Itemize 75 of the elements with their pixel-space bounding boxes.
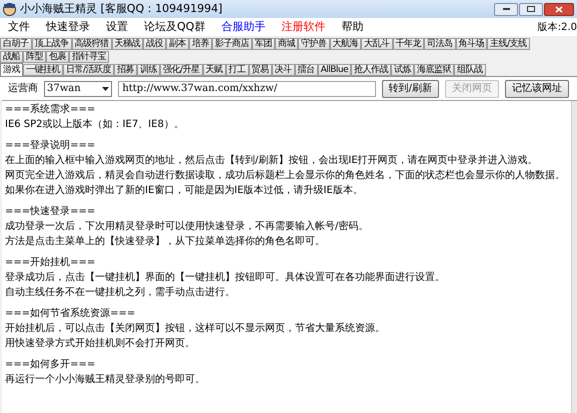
url-field[interactable]: http://www.37wan.com/xxhzw/ bbox=[118, 80, 376, 96]
help-line: 在上面的输入框中输入游戏网页的地址，然后点击【转到/刷新】按钮，会出现IE打开网页，请在网页中登录并进入游戏。 bbox=[5, 154, 539, 168]
tab[interactable]: 高级狩猎 bbox=[72, 38, 112, 50]
tab[interactable]: 大航海 bbox=[330, 38, 361, 50]
tab[interactable]: 决斗 bbox=[272, 64, 295, 76]
operator-label: 运营商 bbox=[8, 82, 38, 96]
menu-item[interactable]: 帮助 bbox=[333, 18, 372, 36]
tab[interactable]: 指针寻宝 bbox=[69, 51, 109, 63]
menu-item[interactable]: 注册软件 bbox=[273, 18, 334, 36]
close-button[interactable] bbox=[544, 2, 574, 16]
minimize-button[interactable] bbox=[494, 2, 518, 16]
tab[interactable]: 大乱斗 bbox=[361, 38, 392, 50]
help-line: 开始挂机后，可以点击【关闭网页】按钮，这样可以不显示网页，节省大量系统资源。 bbox=[5, 322, 386, 336]
tab[interactable]: 守护兽 bbox=[298, 38, 330, 50]
tab[interactable]: 招募 bbox=[114, 64, 138, 76]
section-heading: ===登录说明=== bbox=[5, 139, 96, 153]
tab[interactable]: 副本 bbox=[166, 38, 189, 50]
tab[interactable]: 贸易 bbox=[248, 64, 272, 76]
tab[interactable]: 强化/升星 bbox=[160, 64, 203, 76]
help-line: 方法是点击主菜单上的【快速登录】，从下拉菜单选择你的角色名即可。 bbox=[5, 234, 326, 249]
tab[interactable]: 打工 bbox=[226, 64, 249, 76]
tab[interactable]: 战役 bbox=[143, 38, 166, 50]
help-line: 成功登录一次后，下次用精灵登录时可以使用快速登录，不再需要输入帐号/密码。 bbox=[5, 220, 370, 234]
tab[interactable]: 擂台 bbox=[294, 64, 318, 76]
help-line: 用快速登录方式开始挂机则不会打开网页。 bbox=[5, 336, 196, 351]
menu-item[interactable]: 快速登录 bbox=[38, 18, 98, 36]
help-line: 自动主线任务不在一键挂机之列，需手动点击进行。 bbox=[5, 286, 236, 300]
menu-item[interactable]: 论坛及QQ群 bbox=[136, 18, 214, 36]
help-line: IE6 SP2或以上版本（如：IE7、IE8）。 bbox=[5, 118, 185, 132]
tab[interactable]: 训练 bbox=[137, 64, 160, 76]
section-heading: ===开始挂机=== bbox=[5, 256, 96, 270]
help-line: 登录成功后，点击【一键挂机】界面的【一键挂机】按钮即可。具体设置可在各功能界面进行设置。 bbox=[5, 270, 446, 285]
app-icon bbox=[3, 2, 16, 16]
tab[interactable]: 军团 bbox=[252, 38, 275, 50]
toolbar-button[interactable]: 记忆该网址 bbox=[505, 80, 569, 98]
tab[interactable]: 抢人作战 bbox=[351, 64, 392, 76]
help-line: 网页完全进入游戏后，精灵会自动进行数据读取，成功后标题栏上会显示你的角色姓名，下面的状态栏也会显示你的人物数据。 bbox=[5, 168, 566, 183]
section-heading: ===如何多开=== bbox=[5, 358, 96, 372]
maximize-button[interactable] bbox=[519, 2, 543, 16]
help-line: 如果你在进入游戏时弹出了新的IE窗口，可能是因为IE版本过低，请升级IE版本。 bbox=[5, 184, 364, 198]
tab[interactable]: AllBlue bbox=[318, 64, 352, 76]
tab[interactable]: 影子商店 bbox=[212, 38, 252, 50]
tab[interactable]: 阵型 bbox=[23, 51, 46, 63]
tab[interactable]: 顶上战争 bbox=[32, 38, 72, 50]
tab[interactable]: 商城 bbox=[275, 38, 298, 50]
section-heading: ===系统需求=== bbox=[5, 102, 96, 117]
tab[interactable]: 组队战 bbox=[454, 64, 486, 76]
tab[interactable]: 包裹 bbox=[46, 51, 69, 63]
menu-item[interactable]: 文件 bbox=[0, 18, 38, 36]
tab[interactable]: 主线/支线 bbox=[487, 38, 530, 50]
tab[interactable]: 培养 bbox=[189, 38, 212, 50]
version-label: 版本:2.0 bbox=[538, 20, 577, 34]
tab[interactable]: 角斗场 bbox=[456, 38, 487, 50]
scrollbar[interactable] bbox=[571, 101, 577, 413]
section-heading: ===快速登录=== bbox=[5, 204, 96, 219]
tab[interactable]: 试炼 bbox=[391, 64, 414, 76]
tab[interactable]: 天梯战 bbox=[112, 38, 143, 50]
operator-dropdown[interactable]: 37wan bbox=[44, 80, 112, 96]
section-heading: ===如何节省系统资源=== bbox=[5, 306, 136, 321]
tab[interactable]: 游戏 bbox=[0, 63, 23, 76]
tab[interactable]: 一键挂机 bbox=[23, 64, 63, 76]
tab[interactable]: 海底监狱 bbox=[414, 64, 454, 76]
tab[interactable]: 白胡子 bbox=[0, 38, 32, 50]
window-title: 小小海贼王精灵 [客服QQ：109491994] bbox=[20, 0, 222, 17]
toolbar-button[interactable]: 转到/刷新 bbox=[382, 80, 439, 98]
tab[interactable]: 天赋 bbox=[202, 64, 226, 76]
help-line: 再运行一个小小海贼王精灵登录别的号即可。 bbox=[5, 372, 206, 387]
tab[interactable]: 千年龙 bbox=[392, 38, 424, 50]
tab[interactable]: 司法岛 bbox=[424, 38, 456, 50]
dropdown-arrow-icon bbox=[102, 86, 110, 90]
menu-item[interactable]: 合服助手 bbox=[213, 18, 274, 36]
menu-item[interactable]: 设置 bbox=[98, 18, 136, 36]
close-icon bbox=[555, 6, 563, 12]
tab[interactable]: 战船 bbox=[0, 51, 23, 63]
tab[interactable]: 日常/活跃度 bbox=[63, 64, 114, 76]
